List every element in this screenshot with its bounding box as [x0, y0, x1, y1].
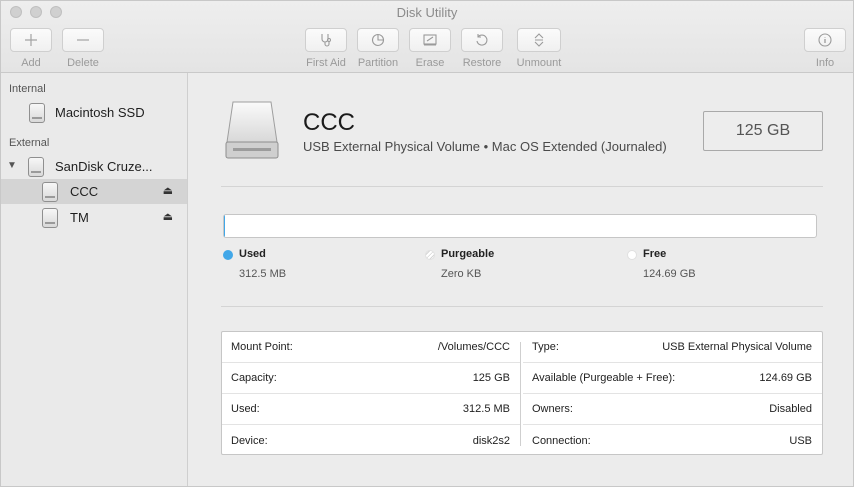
- eject-icon[interactable]: ⏏: [163, 210, 173, 223]
- legend-purgeable-value: Zero KB: [441, 268, 482, 280]
- sidebar-item-ccc[interactable]: CCC ⏏: [1, 179, 187, 204]
- info-row-capacity: Capacity: 125 GB: [222, 363, 520, 394]
- info-button[interactable]: [804, 28, 846, 52]
- stethoscope-icon: [321, 34, 331, 47]
- volume-info-table: Mount Point: /Volumes/CCC Capacity: 125 …: [221, 331, 823, 455]
- delete-button[interactable]: [62, 28, 104, 52]
- info-label: Mount Point:: [231, 341, 293, 353]
- restore-icon: [476, 34, 488, 46]
- info-row-connection: Connection: USB: [523, 425, 822, 456]
- info-value: 312.5 MB: [462, 403, 510, 415]
- sidebar-item-tm[interactable]: TM ⏏: [1, 205, 187, 230]
- info-value: USB: [789, 434, 812, 447]
- unmount-label: Unmount: [516, 57, 562, 69]
- info-label: Owners:: [532, 403, 573, 415]
- volume-icon: [42, 181, 58, 202]
- legend-free-label: Free: [643, 248, 667, 260]
- info-label: Capacity:: [231, 372, 277, 384]
- info-row-device: Device: disk2s2: [222, 425, 520, 456]
- plus-icon: [25, 34, 37, 46]
- info-value: USB External Physical Volume: [662, 341, 812, 353]
- sidebar-item-sandisk[interactable]: ▼ SanDisk Cruze...: [1, 154, 187, 179]
- restore-button[interactable]: [461, 28, 503, 52]
- divider: [221, 306, 823, 307]
- divider: [221, 186, 823, 187]
- info-row-available: Available (Purgeable + Free): 124.69 GB: [523, 363, 822, 394]
- first-aid-button[interactable]: [305, 28, 347, 52]
- unmount-icon: [534, 33, 544, 47]
- info-label: Device:: [231, 434, 268, 447]
- info-right-column: Type: USB External Physical Volume Avail…: [523, 332, 822, 454]
- volume-icon: [42, 207, 58, 228]
- info-label: Info: [815, 57, 835, 69]
- info-row-mount-point: Mount Point: /Volumes/CCC: [222, 332, 520, 363]
- volume-description: USB External Physical Volume • Mac OS Ex…: [303, 139, 667, 154]
- volume-name: CCC: [303, 109, 355, 136]
- legend-used-value: 312.5 MB: [239, 268, 287, 280]
- main-panel: CCC USB External Physical Volume • Mac O…: [189, 73, 853, 486]
- capacity-display: 125 GB: [703, 111, 823, 151]
- partition-label: Partition: [357, 57, 399, 69]
- used-color-dot: [223, 250, 233, 260]
- delete-label: Delete: [67, 57, 99, 69]
- legend-purgeable-label: Purgeable: [441, 248, 495, 260]
- disk-utility-window: Disk Utility Add Delete First Aid Partit…: [0, 0, 854, 487]
- info-label: Type:: [532, 341, 559, 353]
- add-label: Add: [21, 57, 41, 69]
- info-label: Connection:: [532, 434, 591, 447]
- partition-button[interactable]: [357, 28, 399, 52]
- external-drive-icon: [225, 101, 279, 159]
- info-value: 124.69 GB: [759, 372, 812, 384]
- free-color-dot: [627, 250, 637, 260]
- eject-icon[interactable]: ⏏: [163, 184, 173, 197]
- info-label: Available (Purgeable + Free):: [532, 372, 676, 384]
- info-row-owners: Owners: Disabled: [523, 394, 822, 425]
- info-icon: [818, 33, 832, 47]
- info-left-column: Mount Point: /Volumes/CCC Capacity: 125 …: [222, 332, 520, 454]
- sidebar-item-label: TM: [70, 210, 89, 225]
- erase-button[interactable]: [409, 28, 451, 52]
- info-column-divider: [520, 342, 521, 446]
- window-title: Disk Utility: [396, 5, 458, 20]
- info-value: Disabled: [769, 403, 812, 415]
- info-label: Used:: [231, 403, 260, 415]
- sidebar-header-internal: Internal: [9, 83, 46, 95]
- info-value: disk2s2: [472, 434, 510, 447]
- legend-free-value: 124.69 GB: [643, 268, 696, 280]
- first-aid-label: First Aid: [306, 57, 346, 69]
- info-value: 125 GB: [472, 372, 510, 384]
- info-row-type: Type: USB External Physical Volume: [523, 332, 822, 363]
- toolbar: Disk Utility Add Delete First Aid Partit…: [1, 1, 853, 73]
- minus-icon: [77, 39, 89, 41]
- unmount-button[interactable]: [517, 28, 561, 52]
- sidebar: Internal Macintosh SSD External ▼ SanDis…: [1, 73, 188, 486]
- disclosure-triangle-icon[interactable]: ▼: [7, 160, 17, 171]
- sidebar-item-label: CCC: [70, 184, 99, 199]
- purgeable-color-dot: [425, 250, 435, 260]
- external-disk-icon: [28, 156, 44, 177]
- usage-bar: [223, 214, 817, 238]
- erase-label: Erase: [415, 57, 445, 69]
- sidebar-header-external: External: [9, 137, 50, 149]
- info-value: /Volumes/CCC: [437, 341, 510, 353]
- sidebar-item-macintosh-ssd[interactable]: Macintosh SSD: [1, 100, 187, 125]
- sidebar-item-label: SanDisk Cruze...: [55, 159, 153, 174]
- sidebar-item-label: Macintosh SSD: [55, 105, 145, 120]
- info-row-used: Used: 312.5 MB: [222, 394, 520, 425]
- eraser-icon: [423, 34, 437, 46]
- usage-bar-used-fill: [224, 215, 226, 237]
- pie-icon: [371, 33, 385, 47]
- restore-label: Restore: [462, 57, 502, 69]
- legend-used-label: Used: [239, 248, 266, 260]
- internal-disk-icon: [29, 102, 45, 123]
- add-button[interactable]: [10, 28, 52, 52]
